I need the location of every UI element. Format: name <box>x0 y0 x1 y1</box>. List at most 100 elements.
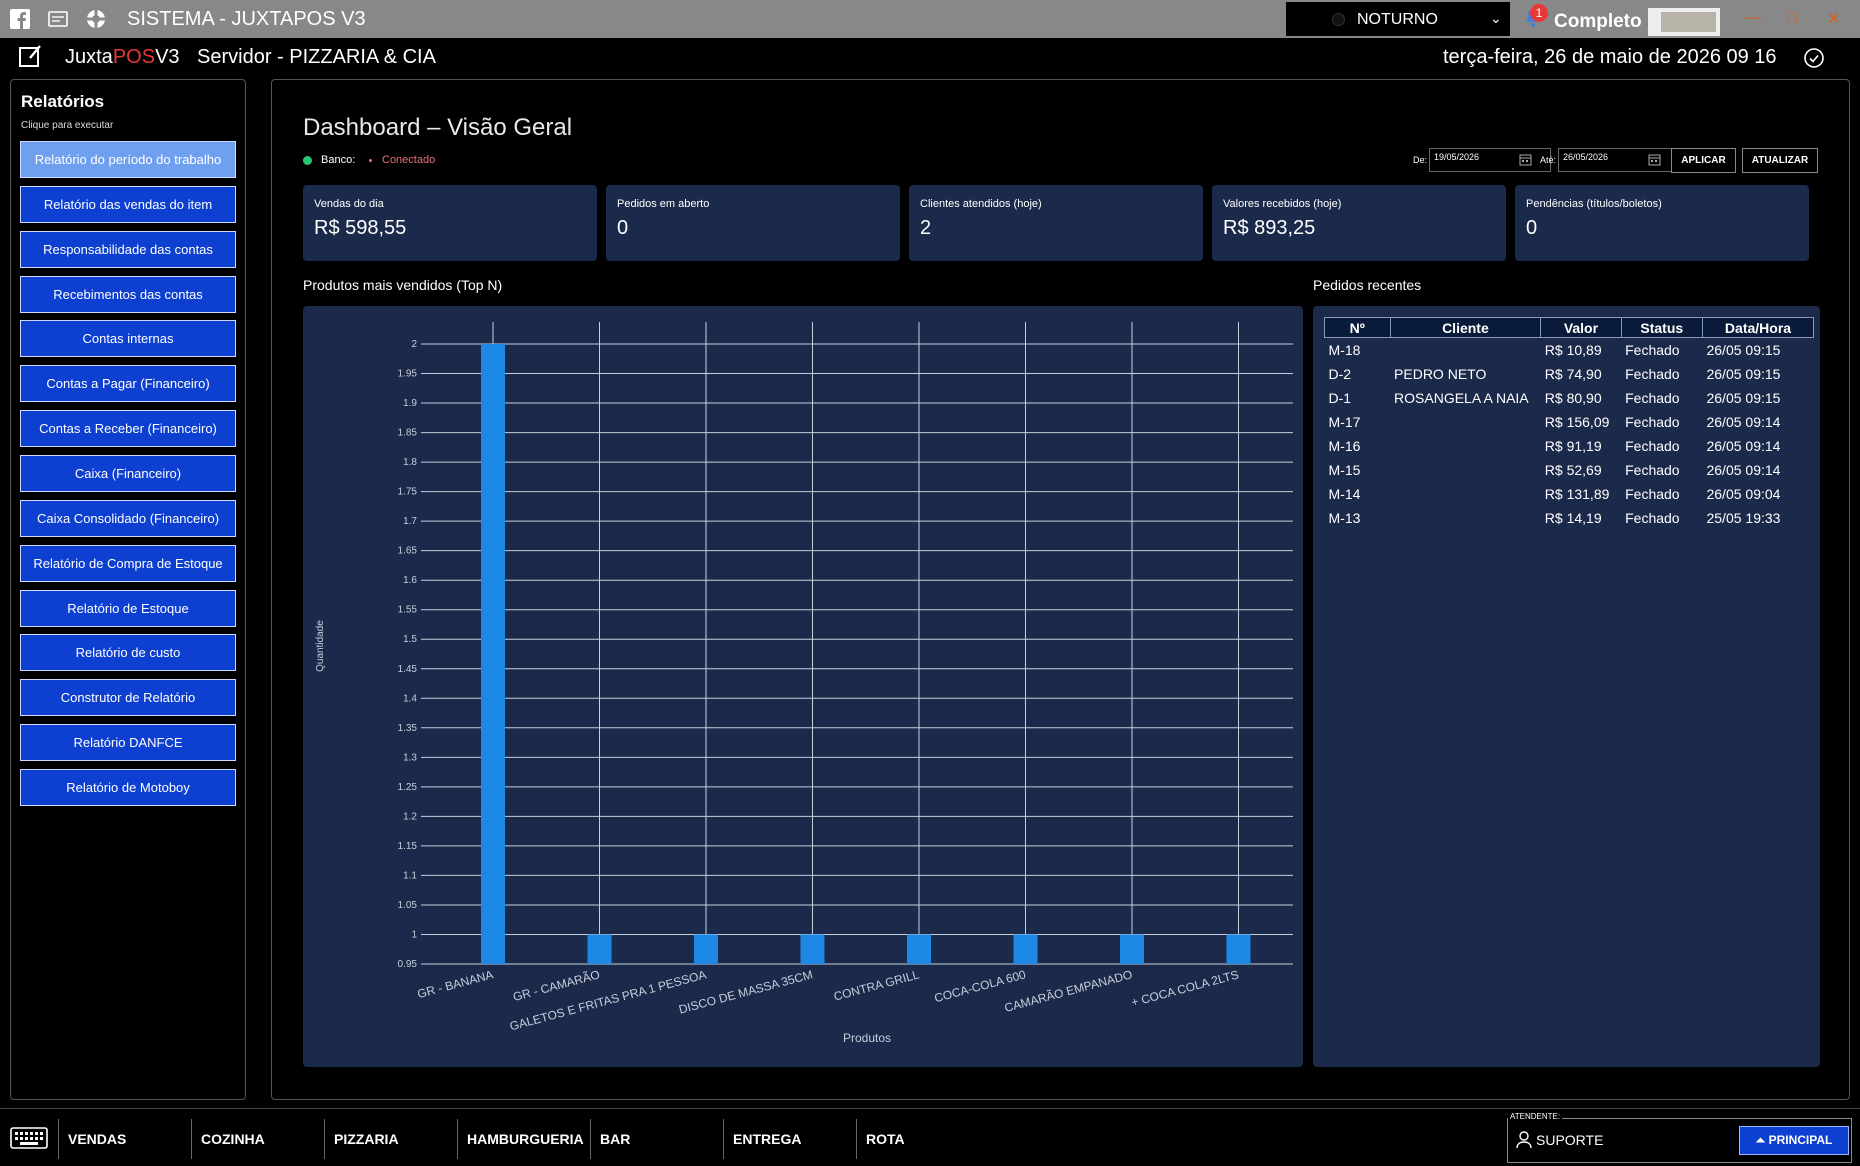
report-button[interactable]: Recebimentos das contas <box>20 276 236 313</box>
kpi-value: 0 <box>617 217 629 239</box>
db-label: Banco: <box>321 154 356 166</box>
x-tick-label: + COCA COLA 2LTS <box>1130 967 1241 1009</box>
bar-chart: 0.95 1 1.05 1.1 1.15 1.2 1.25 1.3 1.35 1.4 1.45 1.5… <box>315 322 1293 1045</box>
bottom-nav-bar: VENDAS COZINHA PIZZARIA HAMBURGUERIA BAR… <box>0 1108 1860 1166</box>
apply-button[interactable]: APLICAR <box>1671 148 1736 173</box>
x-tick-label: CONTRA GRILL <box>832 967 921 1003</box>
brand-name: JuxtaPOSV3 <box>65 46 180 68</box>
report-button[interactable]: Relatório DANFCE <box>20 724 236 761</box>
facebook-icon[interactable] <box>10 9 30 29</box>
db-status-separator <box>369 159 372 162</box>
calendar-icon[interactable] <box>1519 153 1532 166</box>
y-tick-label: 1.65 <box>398 546 418 557</box>
nav-hamburgueria[interactable]: HAMBURGUERIA <box>457 1119 584 1159</box>
user-icon <box>1516 1131 1532 1149</box>
kpi-label: Valores recebidos (hoje) <box>1223 198 1342 210</box>
y-tick-label: 1.85 <box>398 428 418 439</box>
maximize-icon[interactable]: □ <box>1787 9 1797 27</box>
y-tick-label: 1 <box>411 929 417 940</box>
nav-rota[interactable]: ROTA <box>856 1119 905 1159</box>
nav-pizzaria[interactable]: PIZZARIA <box>324 1119 399 1159</box>
server-name: Servidor - PIZZARIA & CIA <box>197 46 436 68</box>
bar <box>481 344 505 964</box>
table-row[interactable]: D-2 PEDRO NETO R$ 74,90 Fechado 26/05 09:15 <box>1325 362 1814 386</box>
report-button[interactable]: Caixa (Financeiro) <box>20 455 236 492</box>
y-tick-label: 1.75 <box>398 487 418 498</box>
from-date-input[interactable]: 19/05/2026 <box>1429 148 1551 172</box>
window-title: SISTEMA - JUXTAPOS V3 <box>127 8 366 30</box>
y-tick-label: 1.3 <box>403 752 417 763</box>
column-header[interactable]: Data/Hora <box>1701 317 1815 338</box>
table-row[interactable]: M-17 R$ 156,09 Fechado 26/05 09:14 <box>1325 410 1814 434</box>
column-header[interactable]: Valor <box>1540 317 1622 338</box>
report-button[interactable]: Contas a Receber (Financeiro) <box>20 410 236 447</box>
calendar-icon[interactable] <box>1648 153 1661 166</box>
x-tick-label: GR - BANANA <box>416 967 495 1001</box>
clock-icon[interactable] <box>1803 47 1825 69</box>
report-button[interactable]: Relatório do período do trabalho <box>20 141 236 178</box>
y-tick-label: 1.95 <box>398 369 418 380</box>
kpi-card-received: Valores recebidos (hoje) R$ 893,25 <box>1212 185 1506 261</box>
report-button[interactable]: Relatório de Compra de Estoque <box>20 545 236 582</box>
shift-select[interactable]: NOTURNO ⌄ <box>1286 2 1510 36</box>
report-button[interactable]: Relatório de custo <box>20 634 236 671</box>
column-header[interactable]: Nº <box>1324 317 1391 338</box>
minimize-icon[interactable]: — <box>1745 9 1761 27</box>
bar <box>907 934 931 964</box>
y-tick-label: 1.7 <box>403 516 417 527</box>
table-row[interactable]: M-18 R$ 10,89 Fechado 26/05 09:15 <box>1325 338 1814 362</box>
message-icon[interactable] <box>48 9 68 29</box>
chart-section-title: Produtos mais vendidos (Top N) <box>303 277 503 293</box>
table-row[interactable]: M-14 R$ 131,89 Fechado 26/05 09:04 <box>1325 482 1814 506</box>
current-datetime: terça-feira, 26 de maio de 2026 09 16 <box>1443 46 1777 68</box>
column-header[interactable]: Status <box>1620 317 1703 338</box>
table-row[interactable]: D-1 ROSANGELA A NAIA R$ 80,90 Fechado 26/05 … <box>1325 386 1814 410</box>
page-title: Dashboard – Visão Geral <box>303 114 573 141</box>
y-tick-label: 1.1 <box>403 870 417 881</box>
refresh-button[interactable]: ATUALIZAR <box>1742 148 1818 173</box>
support-icon[interactable] <box>86 9 106 29</box>
y-tick-label: 1.2 <box>403 811 417 822</box>
principal-button[interactable]: ⏶ PRINCIPAL <box>1739 1126 1849 1155</box>
bar <box>1226 934 1251 964</box>
y-tick-label: 2 <box>411 339 417 350</box>
report-button[interactable]: Construtor de Relatório <box>20 679 236 716</box>
reports-panel: Relatórios Clique para executar Relatóri… <box>10 79 246 1100</box>
table-row[interactable]: M-16 R$ 91,19 Fechado 26/05 09:14 <box>1325 434 1814 458</box>
to-date-input[interactable]: 26/05/2026 <box>1558 148 1680 172</box>
kpi-value: R$ 893,25 <box>1223 217 1316 239</box>
kpi-value: 0 <box>1526 217 1538 239</box>
y-tick-label: 1.55 <box>398 605 418 616</box>
nav-bar[interactable]: BAR <box>590 1119 630 1159</box>
db-status-dot <box>303 156 312 165</box>
report-button[interactable]: Contas internas <box>20 320 236 357</box>
kpi-card-sales: Vendas do dia R$ 598,55 <box>303 185 597 261</box>
shift-label: NOTURNO <box>1357 11 1438 28</box>
app-header: JuxtaPOSV3 Servidor - PIZZARIA & CIA ter… <box>0 38 1860 76</box>
report-button[interactable]: Relatório de Motoboy <box>20 769 236 806</box>
mode-toggle[interactable] <box>1648 8 1720 36</box>
keyboard-icon[interactable] <box>10 1127 48 1149</box>
attendant-label: ATENDENTE: <box>1508 1112 1563 1121</box>
kpi-label: Clientes atendidos (hoje) <box>920 198 1042 210</box>
close-icon[interactable]: ✕ <box>1827 9 1840 29</box>
column-header[interactable]: Cliente <box>1389 317 1542 338</box>
kpi-label: Pedidos em aberto <box>617 198 710 210</box>
nav-entrega[interactable]: ENTREGA <box>723 1119 801 1159</box>
y-tick-label: 1.35 <box>398 723 418 734</box>
notification-badge: 1 <box>1530 4 1548 22</box>
report-button[interactable]: Caixa Consolidado (Financeiro) <box>20 500 236 537</box>
y-tick-label: 1.6 <box>403 575 417 586</box>
kpi-value: R$ 598,55 <box>314 217 407 239</box>
report-button[interactable]: Relatório de Estoque <box>20 590 236 627</box>
x-axis-label: Produtos <box>843 1031 891 1045</box>
from-date-label: De: <box>1413 155 1428 165</box>
report-button[interactable]: Contas a Pagar (Financeiro) <box>20 365 236 402</box>
nav-cozinha[interactable]: COZINHA <box>191 1119 265 1159</box>
recent-orders-table: Nº Cliente Valor Status Data/Hora M-18 R$… <box>1324 317 1815 530</box>
nav-vendas[interactable]: VENDAS <box>58 1119 126 1159</box>
report-button[interactable]: Responsabilidade das contas <box>20 231 236 268</box>
report-button[interactable]: Relatório das vendas do item <box>20 186 236 223</box>
table-row[interactable]: M-13 R$ 14,19 Fechado 25/05 19:33 <box>1325 506 1814 530</box>
table-row[interactable]: M-15 R$ 52,69 Fechado 26/05 09:14 <box>1325 458 1814 482</box>
